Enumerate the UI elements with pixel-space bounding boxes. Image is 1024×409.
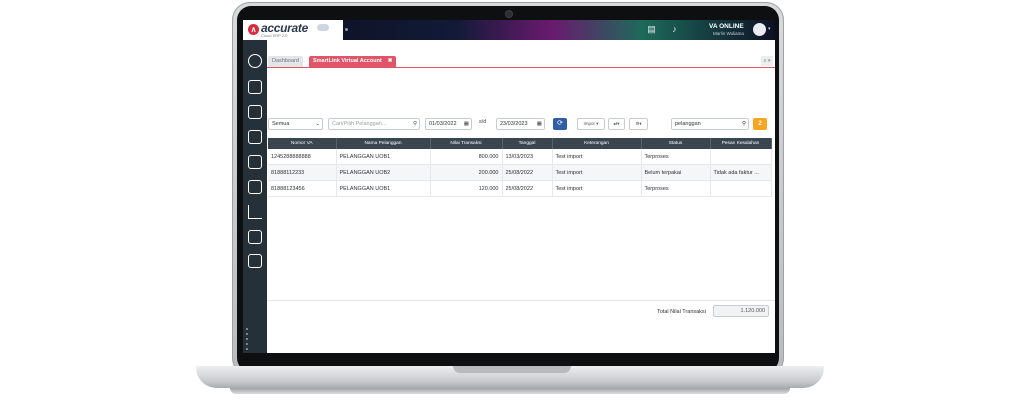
cell-pesan-kesalahan [710,180,772,197]
app-screen: ∧ accurate Cloud ERP 2.0 ▤ ♪ VA ONLINE M… [243,20,775,353]
sidebar-settings-gear-icon[interactable] [248,54,262,68]
refresh-button[interactable]: ⟳ [553,118,567,130]
bell-icon[interactable]: ♪ [669,24,680,35]
cell-nilai-transaksi: 200.000 [430,164,503,181]
tab-dashboard[interactable]: Dashboard [268,56,303,67]
sidebar-report-icon[interactable] [248,254,262,268]
search-input-value: pelanggan [675,121,701,127]
search-input[interactable]: pelanggan ⚲ [671,118,749,130]
top-bar: ∧ accurate Cloud ERP 2.0 ▤ ♪ VA ONLINE M… [243,20,775,40]
tab-dashboard-label: Dashboard [272,58,299,64]
accurate-logo-icon: ∧ [248,24,259,35]
sidebar-scroll-indicator [243,325,251,353]
cell-nilai-transaksi: 120.000 [430,180,503,197]
column-header-status[interactable]: Status [641,138,711,149]
column-header-tanggal[interactable]: Tanggal [502,138,553,149]
cell-keterangan: Test import [552,164,642,181]
settings-gear-button[interactable]: ⚙▾ [629,118,648,130]
date-to-value: 23/03/2023 [500,121,528,127]
export-button[interactable]: ⇄▾ [608,118,625,130]
tab-smartlink-virtual-account[interactable]: SmartLink Virtual Account ✖ [309,56,397,67]
cell-nomor-va: 81888112233 [268,164,337,181]
column-header-keterangan[interactable]: Keterangan [552,138,642,149]
calendar-icon[interactable]: ▦ [464,119,469,129]
tab-menu-button[interactable]: ≡ ▾ [761,56,773,66]
search-icon[interactable]: ⚲ [742,119,746,129]
cell-status: Terproses [641,180,711,197]
table-row[interactable]: 81888112233 PELANGGAN UOB2 200.000 25/08… [268,164,772,181]
customer-search-input[interactable]: Cari/Pilih Pelanggan... ⚲ [328,118,420,130]
user-name[interactable]: VA ONLINE [709,23,744,30]
status-dot-icon [345,28,348,31]
cell-nilai-transaksi: 800.000 [430,149,503,165]
total-value-field: 1.120.000 [713,305,769,317]
chevron-down-icon: ⌄ [315,121,320,127]
table-row[interactable]: 81888123456 PELANGGAN UOB1 120.000 25/08… [268,180,772,197]
cell-pesan-kesalahan [710,149,772,165]
close-icon[interactable]: ✖ [388,58,393,64]
date-from-value: 01/03/2022 [429,121,457,127]
cell-keterangan: Test import [552,149,642,165]
sidebar-bank-icon[interactable] [248,155,262,169]
sidebar [243,40,267,353]
customer-search-placeholder: Cari/Pilih Pelanggan... [332,121,387,127]
footer-divider [267,300,775,301]
date-range-separator: s/d [479,119,487,125]
tab-active-label: SmartLink Virtual Account [313,58,382,64]
sidebar-calculator-icon[interactable] [248,130,262,144]
table-header-row: Nomor VA Nama Pelanggan Nilai Transaksi … [268,138,772,149]
search-icon[interactable]: ⚲ [413,119,417,129]
cell-pesan-kesalahan: Tidak ada faktur ... [710,164,772,181]
va-transaction-table: Nomor VA Nama Pelanggan Nilai Transaksi … [268,138,772,197]
webcam-icon [506,11,512,17]
table-row[interactable]: 1245288888888 PELANGGAN UOB1 800.000 13/… [268,149,772,165]
column-header-nomor-va[interactable]: Nomor VA [268,138,337,149]
status-select[interactable]: Semua ⌄ [268,118,323,130]
laptop-base-notch [453,366,571,373]
cell-nomor-va: 81888123456 [268,180,337,197]
brand-subtitle: Cloud ERP 2.0 [261,33,288,38]
date-from-field[interactable]: 01/03/2022 ▦ [425,118,472,130]
cell-keterangan: Test import [552,180,642,197]
laptop-base-foot [230,388,790,394]
sidebar-truck-icon[interactable] [248,230,262,244]
chevron-down-icon[interactable]: ▾ [768,26,771,32]
cell-nomor-va: 1245288888888 [268,149,337,165]
status-select-value: Semua [272,121,290,127]
sidebar-bag-icon[interactable] [248,180,262,194]
document-icon[interactable]: ▤ [646,24,657,35]
notification-badge-button[interactable]: 2 [753,118,767,130]
user-subtitle: Marlin Wuliama [713,31,744,36]
cell-status: Belum terpakai [641,164,711,181]
date-to-field[interactable]: 23/03/2023 ▦ [496,118,545,130]
column-header-pesan-kesalahan[interactable]: Pesan Kesalahan [710,138,772,149]
cell-tanggal: 25/08/2022 [502,164,553,181]
cell-tanggal: 13/03/2023 [502,149,553,165]
filter-bar: Semua ⌄ Cari/Pilih Pelanggan... ⚲ 01/03/… [267,118,775,132]
cloud-icon [317,24,329,31]
cell-nama-pelanggan: PELANGGAN UOB2 [336,164,431,181]
cell-nama-pelanggan: PELANGGAN UOB1 [336,180,431,197]
column-header-nilai-transaksi[interactable]: Nilai Transaksi [430,138,503,149]
cell-status: Terproses [641,149,711,165]
cell-tanggal: 25/08/2022 [502,180,553,197]
total-label: Total Nilai Transaksi [657,309,706,315]
import-button[interactable]: Impor ▾ [577,118,605,130]
tab-strip: Dashboard SmartLink Virtual Account ✖ ≡ ▾ [267,54,775,68]
sidebar-ledger-icon[interactable] [248,105,262,119]
column-header-nama-pelanggan[interactable]: Nama Pelanggan [336,138,431,149]
sidebar-cart-icon[interactable] [248,205,262,219]
calendar-icon[interactable]: ▦ [537,119,542,129]
main-content: Dashboard SmartLink Virtual Account ✖ ≡ ▾… [267,40,775,353]
avatar[interactable] [753,23,766,36]
sidebar-building-icon[interactable] [248,80,262,94]
app-logo[interactable]: ∧ accurate Cloud ERP 2.0 [243,20,343,40]
cell-nama-pelanggan: PELANGGAN UOB1 [336,149,431,165]
